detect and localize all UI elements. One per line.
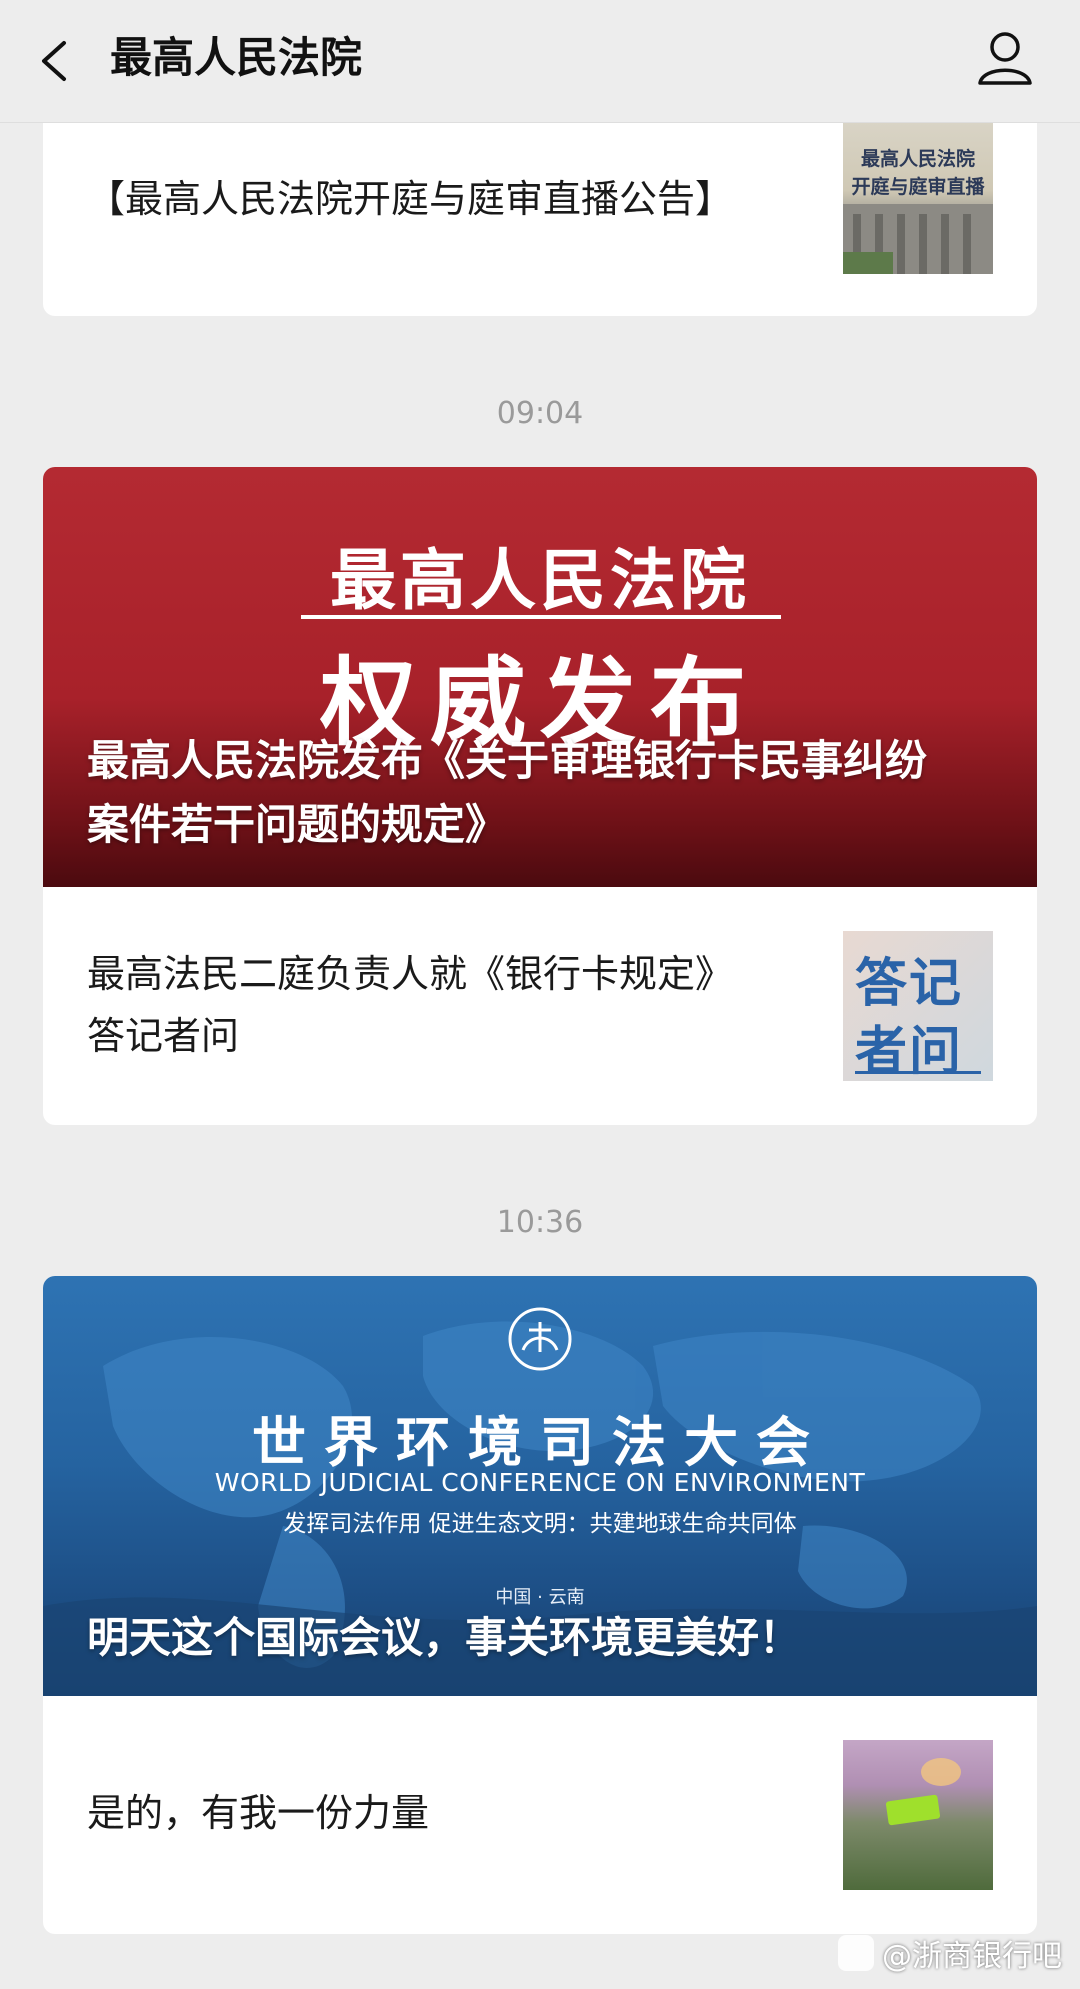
article-title: 【最高人民法院开庭与庭审直播公告】 [87,177,734,221]
article-thumbnail: 答记 者问 [843,931,993,1081]
back-button[interactable] [36,31,76,91]
article-item[interactable]: 是的，有我一份力量 [43,1696,1037,1933]
headline-line-1: 最高人民法院发布《关于审理银行卡民事纠纷 [87,736,928,785]
profile-button[interactable] [975,28,1035,88]
article-title-line-2: 答记者问 [87,1014,240,1058]
thumb-caption-1: 最高人民法院 [860,148,975,170]
banner-title-cn: 世界环境司法大会 [252,1411,828,1474]
timestamp: 10:36 [496,1205,584,1240]
article-thumbnail: 最高人民法院 开庭与庭审直播 [843,122,993,274]
article-title-line-1: 最高法民二庭负责人就《银行卡规定》 [87,952,734,996]
back-arrow-icon [42,41,66,81]
thumb-underline [855,1071,981,1074]
headline-line-2: 案件若干问题的规定》 [87,800,508,849]
article-title: 是的，有我一份力量 [87,1791,430,1835]
thumb-caption-2: 开庭与庭审直播 [851,176,985,198]
article-item[interactable]: 最高法民二庭负责人就《银行卡规定》 答记者问 答记 者问 [43,887,1037,1124]
lead-article-headline: 最高人民法院发布《关于审理银行卡民事纠纷 案件若干问题的规定》 [87,729,1007,857]
page-title: 最高人民法院 [110,33,363,82]
banner-title-en: WORLD JUDICIAL CONFERENCE ON ENVIRONMENT [214,1468,866,1497]
article-title: 最高法民二庭负责人就《银行卡规定》 答记者问 [87,943,807,1067]
lead-article-banner[interactable]: 最高人民法院 权威发布 最高人民法院发布《关于审理银行卡民事纠纷 案件若干问题的… [43,467,1037,887]
watermark-text: @浙商银行吧 [882,1939,1062,1974]
article-card: 最高人民法院 权威发布 最高人民法院发布《关于审理银行卡民事纠纷 案件若干问题的… [43,467,1037,1125]
lead-article-headline: 明天这个国际会议，事关环境更美好！ [87,1613,802,1662]
banner-divider [301,615,781,619]
watermark-logo-icon [838,1935,874,1971]
article-card: 世界环境司法大会 WORLD JUDICIAL CONFERENCE ON EN… [43,1276,1037,1934]
emblem-icon [508,1307,572,1371]
timestamp: 09:04 [496,396,584,431]
sun-glow [921,1758,961,1786]
article-thumbnail [843,1740,993,1890]
watermark: @浙商银行吧 [838,1931,1062,1975]
banner-line-1: 最高人民法院 [330,542,750,619]
green-sticker [885,1794,941,1826]
lead-article-banner[interactable]: 世界环境司法大会 WORLD JUDICIAL CONFERENCE ON EN… [43,1276,1037,1696]
top-bar: 最高人民法院 [0,0,1080,123]
thumb-caption-1: 答记 [855,954,964,1014]
banner-slogan: 发挥司法作用 促进生态文明：共建地球生命共同体 [283,1511,797,1537]
profile-icon [978,32,1032,85]
